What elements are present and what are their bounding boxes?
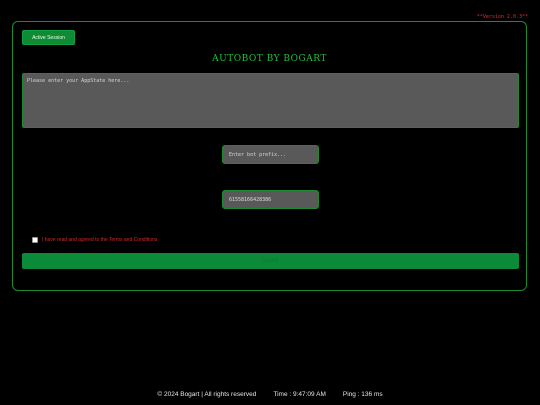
terms-row: I have read and agreed to the Terms and … bbox=[32, 236, 157, 244]
terms-checkbox[interactable] bbox=[32, 237, 38, 243]
submit-button[interactable]: Submit bbox=[22, 253, 519, 269]
copyright-text: © 2024 Bogart | All rights reserved bbox=[157, 391, 257, 398]
uid-input[interactable] bbox=[222, 190, 319, 209]
time-readout: Time : 9:47:09 AM bbox=[273, 391, 326, 398]
prefix-input[interactable] bbox=[222, 145, 319, 164]
terms-label[interactable]: I have read and agreed to the Terms and … bbox=[42, 237, 157, 243]
footer: © 2024 Bogart | All rights reserved Time… bbox=[0, 391, 540, 398]
appstate-input[interactable] bbox=[22, 73, 519, 128]
active-session-button[interactable]: Active Session bbox=[22, 30, 75, 45]
page-title: AUTOBOT BY BOGART bbox=[212, 54, 327, 64]
ping-readout: Ping : 136 ms bbox=[342, 391, 383, 398]
main-card: Active Session AUTOBOT BY BOGART I have … bbox=[12, 21, 527, 291]
version-label: **Version 2.0.3** bbox=[476, 14, 528, 20]
